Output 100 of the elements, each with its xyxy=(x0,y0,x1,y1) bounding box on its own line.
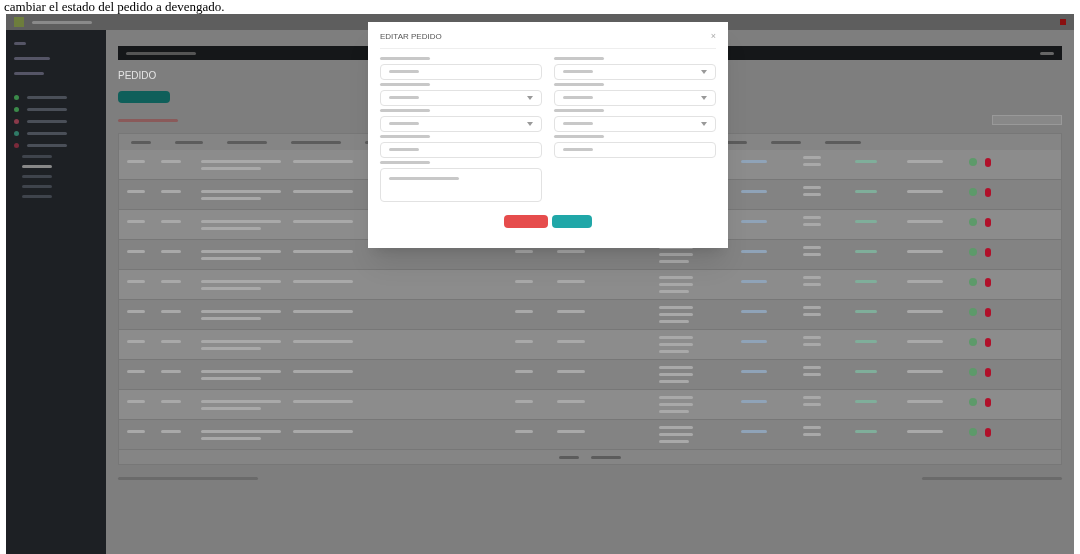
text-blur xyxy=(380,134,430,138)
text-blur xyxy=(563,122,593,125)
text-blur xyxy=(14,42,26,45)
text-blur xyxy=(659,260,689,263)
text-blur xyxy=(201,437,261,440)
text-blur xyxy=(557,250,585,253)
text-blur xyxy=(557,430,585,433)
text-blur xyxy=(771,140,801,144)
caption: cambiar el estado del pedido a devengado. xyxy=(3,0,226,14)
menu-icon[interactable] xyxy=(14,95,19,100)
text-blur xyxy=(803,246,821,249)
text-blur xyxy=(741,340,767,343)
text-blur xyxy=(127,250,145,253)
text-blur xyxy=(293,190,353,193)
text-blur xyxy=(855,400,877,403)
text-blur xyxy=(803,313,821,316)
text-blur xyxy=(380,82,430,86)
menu-icon[interactable] xyxy=(14,119,19,124)
select-field[interactable] xyxy=(380,89,542,106)
text-blur xyxy=(741,400,767,403)
text-blur xyxy=(293,370,353,373)
text-blur xyxy=(27,108,67,111)
text-blur xyxy=(803,186,821,189)
logo-icon xyxy=(14,17,24,27)
menu-icon[interactable] xyxy=(14,143,19,148)
text-blur xyxy=(201,377,261,380)
text-blur xyxy=(741,160,767,163)
text-blur xyxy=(22,195,52,198)
text-blur xyxy=(563,148,593,151)
text-blur xyxy=(380,56,430,60)
text-blur xyxy=(557,310,585,313)
text-blur xyxy=(659,373,693,376)
text-blur xyxy=(1040,51,1054,55)
text-blur xyxy=(591,455,621,459)
text-blur xyxy=(907,190,943,193)
input-field[interactable] xyxy=(380,141,542,158)
caret-icon xyxy=(701,121,707,126)
text-blur xyxy=(659,320,689,323)
text-blur xyxy=(293,250,353,253)
caret-icon xyxy=(701,95,707,100)
text-blur xyxy=(554,82,604,86)
menu-icon[interactable] xyxy=(14,131,19,136)
text-blur xyxy=(515,310,533,313)
text-blur xyxy=(201,257,261,260)
menu-icon[interactable] xyxy=(14,107,19,112)
text-blur xyxy=(118,118,178,122)
select-field[interactable] xyxy=(380,115,542,132)
text-blur xyxy=(201,197,261,200)
text-blur xyxy=(380,108,430,112)
text-blur xyxy=(825,140,861,144)
text-blur xyxy=(27,120,67,123)
text-blur xyxy=(559,455,579,459)
text-blur xyxy=(127,370,145,373)
close-button[interactable]: × xyxy=(710,30,716,44)
add-button[interactable] xyxy=(118,91,170,103)
text-blur xyxy=(855,370,877,373)
text-blur xyxy=(161,310,181,313)
text-blur xyxy=(389,176,459,180)
cancel-button[interactable] xyxy=(504,215,548,228)
text-blur xyxy=(554,108,604,112)
input-field[interactable] xyxy=(380,63,542,80)
text-blur xyxy=(855,250,877,253)
text-blur xyxy=(803,433,821,436)
close-icon[interactable] xyxy=(1060,19,1066,25)
text-blur xyxy=(855,160,877,163)
text-blur xyxy=(741,280,767,283)
text-blur xyxy=(907,310,943,313)
text-blur xyxy=(803,306,821,309)
text-blur xyxy=(22,165,52,168)
caret-icon xyxy=(527,95,533,100)
select-field[interactable] xyxy=(554,115,716,132)
select-field[interactable] xyxy=(554,89,716,106)
text-blur xyxy=(741,250,767,253)
save-button[interactable] xyxy=(552,215,592,228)
text-blur xyxy=(741,370,767,373)
text-blur xyxy=(659,440,689,443)
text-blur xyxy=(563,96,593,99)
select-field[interactable] xyxy=(554,63,716,80)
text-blur xyxy=(175,140,203,144)
text-blur xyxy=(855,430,877,433)
text-blur xyxy=(554,134,604,138)
text-blur xyxy=(554,56,604,60)
input-field[interactable] xyxy=(554,141,716,158)
text-blur xyxy=(515,430,533,433)
text-blur xyxy=(161,190,181,193)
text-blur xyxy=(855,280,877,283)
text-blur xyxy=(855,340,877,343)
modal-title: EDITAR PEDIDO xyxy=(380,30,442,43)
text-blur xyxy=(659,380,689,383)
text-blur xyxy=(659,313,693,316)
text-blur xyxy=(389,70,419,73)
search-field[interactable] xyxy=(992,115,1062,125)
text-blur xyxy=(803,366,821,369)
caret-icon xyxy=(701,69,707,74)
input-field[interactable] xyxy=(380,167,542,202)
text-blur xyxy=(907,370,943,373)
text-blur xyxy=(127,190,145,193)
text-blur xyxy=(659,433,693,436)
text-blur xyxy=(201,317,261,320)
text-blur xyxy=(293,430,353,433)
